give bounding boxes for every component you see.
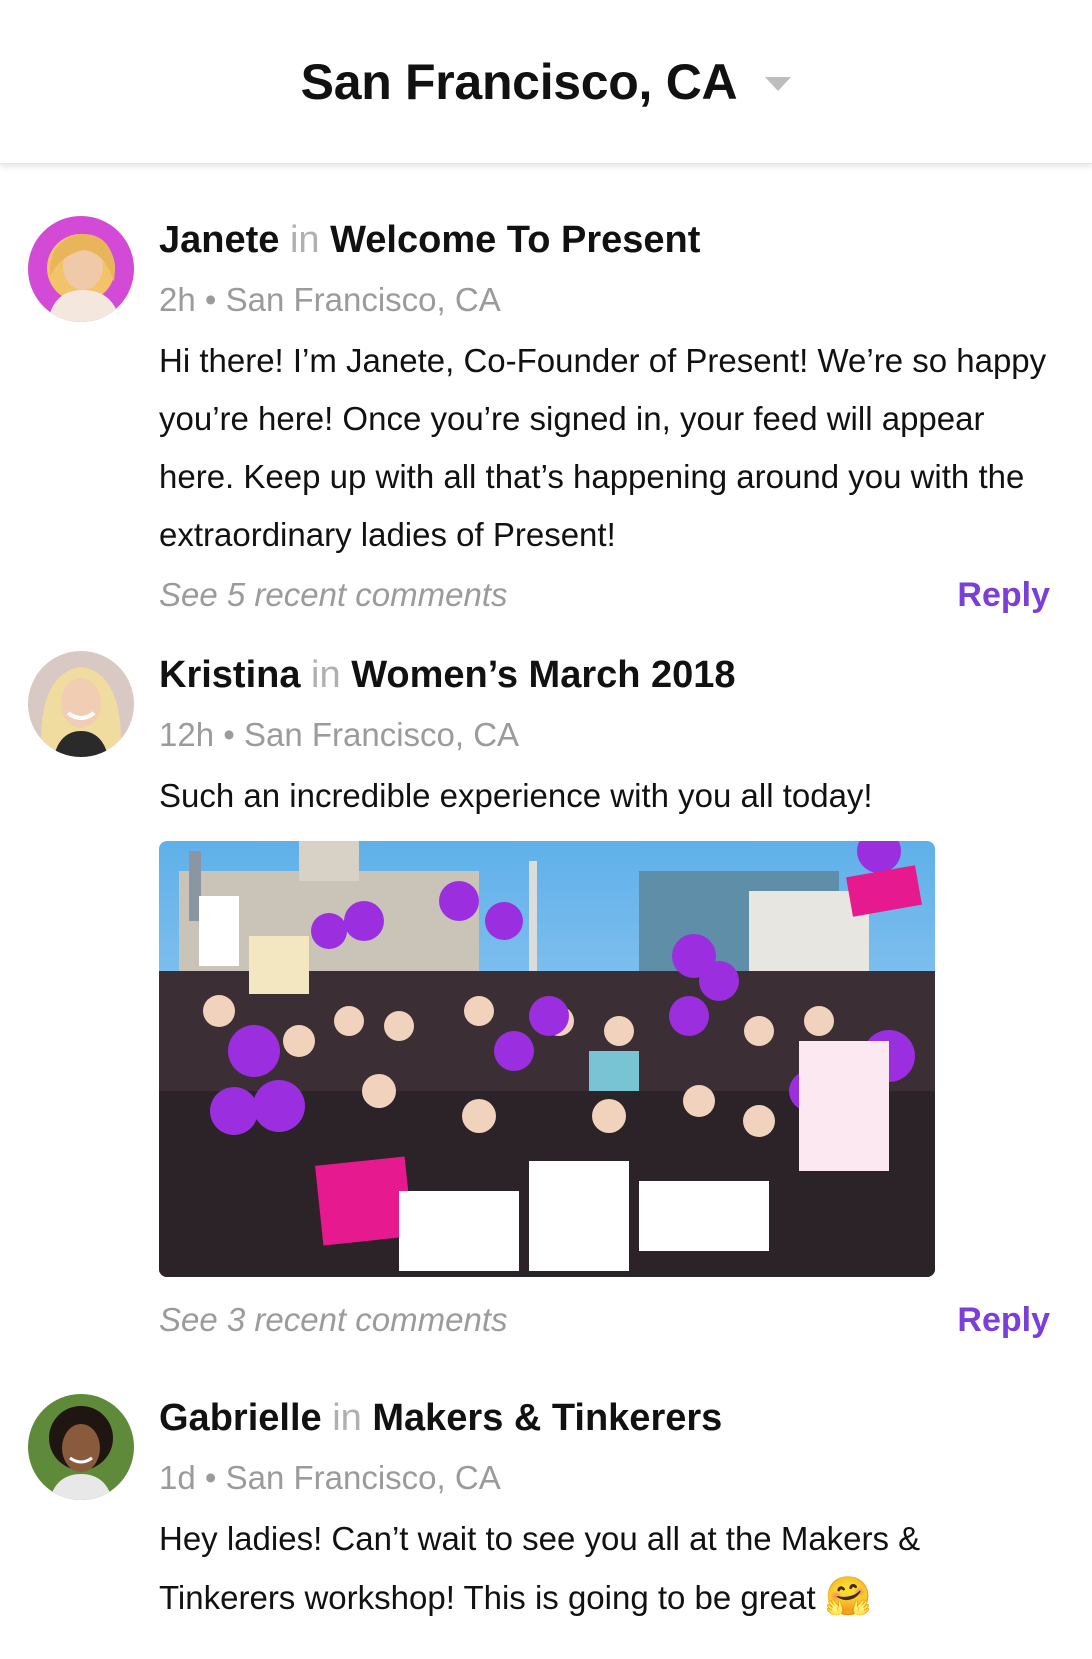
post-content: Gabrielle in Makers & Tinkerers 1d • San… (159, 1394, 1050, 1627)
author-name[interactable]: Kristina (159, 654, 300, 696)
post-meta: 2h • San Francisco, CA (159, 281, 501, 318)
post-photo[interactable] (159, 841, 935, 1277)
author-name[interactable]: Janete (159, 219, 279, 261)
post-byline: Gabrielle in Makers & Tinkerers (159, 1394, 1050, 1442)
in-label: in (332, 1397, 362, 1439)
post-content: Kristina in Women’s March 2018 12h • San… (159, 651, 1050, 1345)
post-text: Such an incredible experience with you a… (159, 777, 873, 814)
in-label: in (289, 219, 320, 261)
avatar[interactable] (28, 651, 134, 757)
hugging-face-emoji: 🤗 (824, 1576, 873, 1618)
chevron-down-icon[interactable] (765, 76, 792, 91)
reply-button[interactable]: Reply (957, 570, 1050, 620)
reply-button[interactable]: Reply (957, 1295, 1050, 1345)
post-meta: 12h • San Francisco, CA (159, 716, 520, 753)
group-name[interactable]: Welcome To Present (330, 219, 700, 261)
post-byline: Kristina in Women’s March 2018 (159, 651, 1050, 699)
author-name[interactable]: Gabrielle (159, 1397, 322, 1439)
avatar[interactable] (28, 216, 134, 322)
avatar[interactable] (28, 1394, 134, 1500)
post-text: Hi there! I’m Janete, Co-Founder of Pres… (159, 342, 1047, 553)
group-name[interactable]: Women’s March 2018 (351, 654, 735, 696)
group-name[interactable]: Makers & Tinkerers (372, 1397, 722, 1439)
location-title[interactable]: San Francisco, CA (301, 53, 738, 111)
post-text-body: Hey ladies! Can’t wait to see you all at… (159, 1520, 921, 1616)
post-meta: 1d • San Francisco, CA (159, 1459, 501, 1496)
in-label: in (311, 654, 341, 696)
post-actions: See 3 recent comments Reply (159, 1295, 1050, 1345)
post-byline: Janete in Welcome To Present (159, 216, 1050, 264)
see-comments-link[interactable]: See 3 recent comments (159, 1295, 508, 1345)
location-header[interactable]: San Francisco, CA (0, 0, 1092, 164)
post-content: Janete in Welcome To Present 2h • San Fr… (159, 216, 1050, 620)
see-comments-link[interactable]: See 5 recent comments (159, 570, 508, 620)
post-actions: See 5 recent comments Reply (159, 570, 1050, 620)
post-text: Hey ladies! Can’t wait to see you all at… (159, 1510, 1050, 1627)
